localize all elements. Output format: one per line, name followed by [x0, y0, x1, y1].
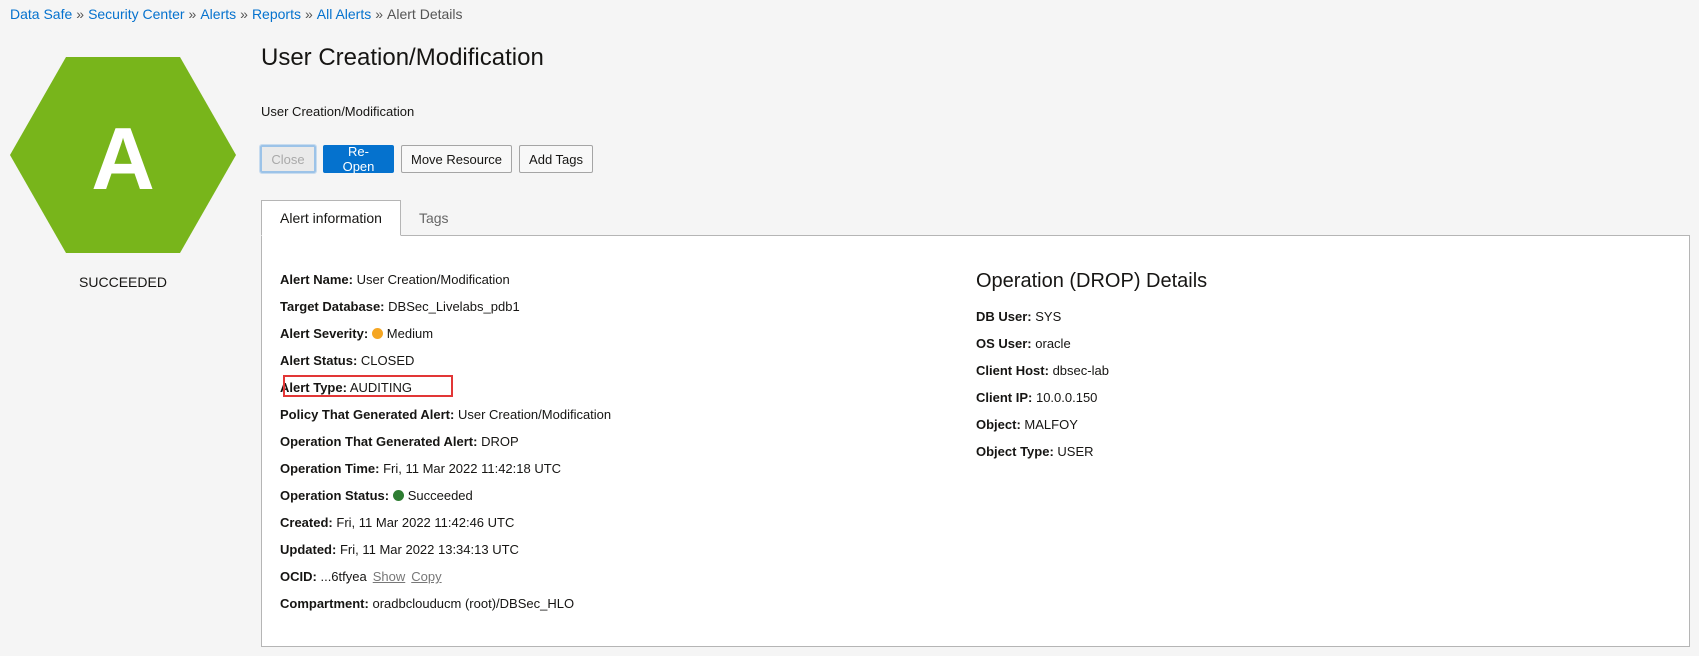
alert-name-row: Alert Name: User Creation/Modification [280, 266, 611, 293]
field-label: Operation That Generated Alert: [280, 434, 478, 449]
tab-tags[interactable]: Tags [401, 200, 467, 235]
field-value: DROP [481, 434, 519, 449]
field-label: Client IP: [976, 390, 1033, 405]
field-label: Created: [280, 515, 333, 530]
page-title: User Creation/Modification [261, 44, 544, 71]
field-label: Object: [976, 417, 1021, 432]
field-value: CLOSED [360, 353, 415, 368]
field-value: Succeeded [407, 488, 473, 503]
operation-details-title: Operation (DROP) Details [976, 270, 1208, 292]
breadcrumb-all-alerts[interactable]: All Alerts [317, 6, 371, 22]
field-value: Fri, 11 Mar 2022 11:42:18 UTC [383, 461, 562, 476]
breadcrumb-separator: » [188, 6, 197, 22]
field-value: User Creation/Modification [356, 272, 510, 287]
alert-info-panel: Alert Name: User Creation/Modification T… [261, 235, 1690, 647]
target-database-row: Target Database: DBSec_Livelabs_pdb1 [280, 293, 611, 320]
field-value: MALFOY [1024, 417, 1078, 432]
field-value: 10.0.0.150 [1035, 390, 1098, 405]
operation-status-row: Operation Status: Succeeded [280, 482, 611, 509]
breadcrumb-separator: » [240, 6, 248, 22]
breadcrumb-data-safe[interactable]: Data Safe [10, 6, 72, 22]
field-label: Client Host: [976, 363, 1049, 378]
status-highlight-box [283, 375, 453, 397]
compartment-row: Compartment: oradbclouducm (root)/DBSec_… [280, 590, 611, 617]
db-user-row: DB User: SYS [976, 303, 1207, 330]
badge-letter: A [91, 109, 155, 208]
object-row: Object: MALFOY [976, 411, 1207, 438]
field-label: Target Database: [280, 299, 385, 314]
field-value: USER [1057, 444, 1094, 459]
policy-row: Policy That Generated Alert: User Creati… [280, 401, 611, 428]
client-host-row: Client Host: dbsec-lab [976, 357, 1207, 384]
alert-badge: A [10, 57, 236, 253]
ocid-copy-link[interactable]: Copy [411, 569, 441, 584]
field-label: DB User: [976, 309, 1032, 324]
alert-status-row: Alert Status: CLOSED [280, 347, 611, 374]
field-label: Compartment: [280, 596, 369, 611]
field-value: DBSec_Livelabs_pdb1 [388, 299, 520, 314]
created-row: Created: Fri, 11 Mar 2022 11:42:46 UTC [280, 509, 611, 536]
field-label: Alert Status: [280, 353, 358, 368]
field-label: Object Type: [976, 444, 1054, 459]
updated-row: Updated: Fri, 11 Mar 2022 13:34:13 UTC [280, 536, 611, 563]
operation-details: Operation (DROP) Details DB User: SYS OS… [976, 266, 1207, 465]
field-label: Operation Time: [280, 461, 380, 476]
badge-status: SUCCEEDED [79, 274, 167, 290]
reopen-button[interactable]: Re-Open [323, 144, 394, 174]
ocid-row: OCID: ...6tfyea Show Copy [280, 563, 611, 590]
field-value: dbsec-lab [1052, 363, 1109, 378]
field-value: Fri, 11 Mar 2022 11:42:46 UTC [336, 515, 515, 530]
breadcrumb-separator: » [76, 6, 85, 22]
field-value: oradbclouducm (root)/DBSec_HLO [372, 596, 575, 611]
operation-time-row: Operation Time: Fri, 11 Mar 2022 11:42:1… [280, 455, 611, 482]
breadcrumb-security-center[interactable]: Security Center [88, 6, 184, 22]
tab-alert-information[interactable]: Alert information [261, 200, 401, 236]
page-subtitle: User Creation/Modification [261, 104, 415, 119]
operation-row: Operation That Generated Alert: DROP [280, 428, 611, 455]
field-label: Alert Severity: [280, 326, 369, 341]
field-label: Updated: [280, 542, 337, 557]
field-label: Policy That Generated Alert: [280, 407, 455, 422]
breadcrumb: Data Safe» Security Center» Alerts» Reports… [10, 6, 463, 22]
field-value: ...6tfyea [320, 569, 367, 584]
field-label: Operation Status: [280, 488, 390, 503]
field-label: OCID: [280, 569, 317, 584]
field-value: Fri, 11 Mar 2022 13:34:13 UTC [339, 542, 519, 557]
breadcrumb-separator: » [304, 6, 313, 22]
breadcrumb-alerts[interactable]: Alerts [200, 6, 236, 22]
move-resource-button[interactable]: Move Resource [401, 145, 513, 173]
add-tags-button[interactable]: Add Tags [519, 145, 594, 173]
field-value: oracle [1035, 336, 1071, 351]
breadcrumb-reports[interactable]: Reports [252, 6, 301, 22]
breadcrumb-current: Alert Details [387, 6, 463, 22]
severity-dot-icon [371, 328, 383, 339]
object-type-row: Object Type: USER [976, 438, 1207, 465]
client-ip-row: Client IP: 10.0.0.150 [976, 384, 1207, 411]
field-value: SYS [1035, 309, 1062, 324]
alert-severity-row: Alert Severity: Medium [280, 320, 611, 347]
action-toolbar: Close Re-Open Move Resource Add Tags [259, 144, 594, 174]
field-label: Alert Name: [280, 272, 353, 287]
alert-info-list: Alert Name: User Creation/Modification T… [280, 266, 611, 617]
hexagon-badge-icon: A [10, 57, 236, 253]
ocid-show-link[interactable]: Show [373, 569, 406, 584]
field-value: Medium [386, 326, 434, 341]
close-button[interactable]: Close [259, 144, 317, 174]
status-dot-icon [392, 490, 404, 501]
os-user-row: OS User: oracle [976, 330, 1207, 357]
field-value: User Creation/Modification [457, 407, 612, 422]
field-label: OS User: [976, 336, 1032, 351]
tab-bar: Alert information Tags [261, 200, 467, 236]
breadcrumb-separator: » [375, 6, 384, 22]
